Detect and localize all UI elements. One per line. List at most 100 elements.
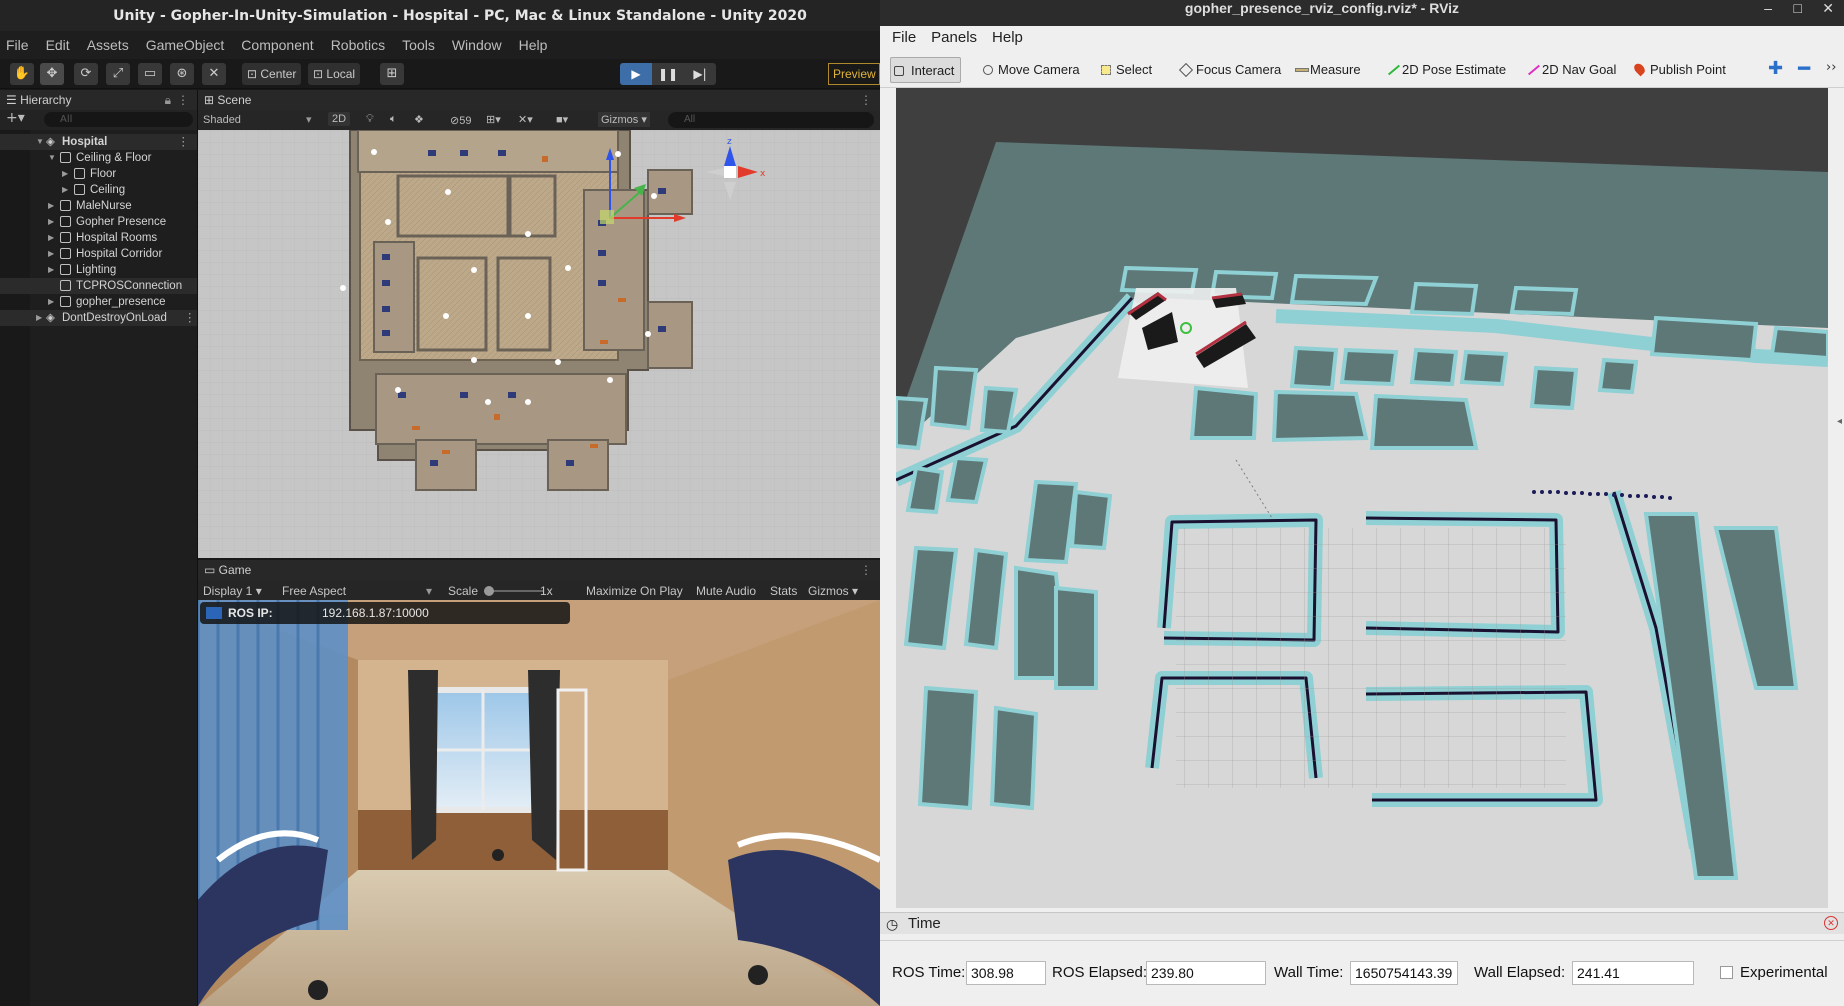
scale-tool-icon[interactable]: ⤢ bbox=[106, 63, 130, 85]
menu-component[interactable]: Component bbox=[241, 37, 313, 53]
scene-search-input[interactable]: All bbox=[668, 112, 874, 128]
rotate-tool-icon[interactable]: ⟳ bbox=[74, 63, 98, 85]
hierarchy-item[interactable]: ▶ Hospital Rooms bbox=[0, 230, 197, 246]
close-icon[interactable]: ✕ bbox=[1822, 0, 1834, 16]
menu-gameobject[interactable]: GameObject bbox=[146, 37, 225, 53]
tool-select[interactable]: Select bbox=[1098, 57, 1152, 83]
tool-interact[interactable]: Interact bbox=[890, 57, 962, 83]
grid-snap-icon[interactable]: ⊞ bbox=[380, 63, 404, 85]
custom-tool-icon[interactable]: ✕ bbox=[202, 63, 226, 85]
ros-time-field[interactable]: 308.98 bbox=[966, 961, 1046, 985]
hierarchy-tab[interactable]: ☰ Hierarchy 🔒︎ ⋮ bbox=[0, 90, 197, 110]
right-dock-handle-icon[interactable]: ◂ bbox=[1837, 416, 1842, 427]
rviz-menu-help[interactable]: Help bbox=[992, 29, 1023, 46]
hierarchy-item[interactable]: ▶ Lighting bbox=[0, 262, 197, 278]
rect-tool-icon[interactable]: ▭ bbox=[138, 63, 162, 85]
tool-publish-point[interactable]: Publish Point bbox=[1632, 57, 1726, 83]
pivot-center-toggle[interactable]: ⊡ Center bbox=[242, 63, 302, 85]
stats-toggle[interactable]: Stats bbox=[770, 580, 797, 602]
remove-tool-icon[interactable]: ━ bbox=[1798, 58, 1810, 78]
menu-file[interactable]: File bbox=[6, 37, 29, 53]
step-icon[interactable]: ▶| bbox=[684, 63, 716, 85]
hierarchy-root-hospital[interactable]: ▼ ◈ Hospital ⋮ bbox=[0, 134, 197, 150]
collapse-triangle-icon[interactable]: ▶ bbox=[48, 230, 54, 246]
play-icon[interactable]: ▶ bbox=[620, 63, 652, 85]
hidden-objects-toggle[interactable]: ⊘59 bbox=[450, 114, 471, 127]
shading-dropdown[interactable]: Shaded bbox=[203, 114, 241, 126]
experimental-checkbox[interactable] bbox=[1720, 966, 1733, 979]
hierarchy-item[interactable]: ▶ MaleNurse bbox=[0, 198, 197, 214]
collapse-triangle-icon[interactable]: ▶ bbox=[48, 294, 54, 310]
display-dropdown[interactable]: Display 1 ▾ bbox=[203, 580, 262, 602]
game-tab[interactable]: ▭ Game ⋮ bbox=[198, 560, 880, 580]
game-gizmos-toggle[interactable]: Gizmos ▾ bbox=[808, 580, 858, 602]
grid-toggle-icon[interactable]: ⊞▾ bbox=[486, 113, 501, 126]
collapse-triangle-icon[interactable]: ▶ bbox=[62, 166, 68, 182]
hierarchy-item[interactable]: ▶ Hospital Corridor bbox=[0, 246, 197, 262]
rviz-menu-panels[interactable]: Panels bbox=[931, 29, 977, 46]
add-tool-icon[interactable]: ✚ bbox=[1768, 60, 1783, 78]
kebab-menu-icon[interactable]: ⋮ bbox=[860, 90, 872, 110]
wall-time-field[interactable]: 1650754143.39 bbox=[1350, 961, 1458, 985]
tool-2d-pose-estimate[interactable]: 2D Pose Estimate bbox=[1384, 57, 1506, 83]
tool-measure[interactable]: Measure bbox=[1292, 57, 1361, 83]
move-tool-icon[interactable]: ✥ bbox=[40, 63, 64, 85]
pause-icon[interactable]: ❚❚ bbox=[652, 63, 684, 85]
minimize-icon[interactable]: – bbox=[1764, 0, 1772, 16]
transform-tool-icon[interactable]: ⊛ bbox=[170, 63, 194, 85]
audio-toggle-icon[interactable]: 🔈︎ bbox=[390, 113, 397, 126]
scene-tab[interactable]: ⊞ Scene ⋮ bbox=[198, 90, 880, 110]
hierarchy-item[interactable]: ▶ Ceiling bbox=[0, 182, 197, 198]
camera-toggle-icon[interactable]: ■▾ bbox=[556, 113, 568, 126]
collapse-triangle-icon[interactable]: ▶ bbox=[62, 182, 68, 198]
aspect-dropdown[interactable]: Free Aspect bbox=[282, 580, 346, 602]
menu-edit[interactable]: Edit bbox=[46, 37, 70, 53]
gizmos-dropdown[interactable]: Gizmos ▾ bbox=[598, 112, 650, 127]
tool-focus-camera[interactable]: Focus Camera bbox=[1178, 57, 1281, 83]
overflow-chevron-icon[interactable]: ›› bbox=[1826, 60, 1836, 75]
hierarchy-item[interactable]: ▼ Ceiling & Floor bbox=[0, 150, 197, 166]
menu-robotics[interactable]: Robotics bbox=[331, 37, 385, 53]
tool-move-camera[interactable]: Move Camera bbox=[980, 57, 1080, 83]
expand-triangle-icon[interactable]: ▼ bbox=[36, 134, 44, 150]
maximize-on-play-toggle[interactable]: Maximize On Play bbox=[586, 580, 683, 602]
hand-tool-icon[interactable]: ✋ bbox=[10, 63, 34, 85]
lock-icon[interactable]: 🔒︎ bbox=[165, 90, 171, 110]
menu-tools[interactable]: Tools bbox=[402, 37, 435, 53]
maximize-icon[interactable]: □ bbox=[1794, 0, 1802, 16]
menu-window[interactable]: Window bbox=[452, 37, 502, 53]
tool-2d-nav-goal[interactable]: 2D Nav Goal bbox=[1524, 57, 1616, 83]
scene-viewport[interactable]: z x bbox=[198, 130, 880, 558]
preview-package-badge[interactable]: Preview bbox=[828, 63, 880, 85]
hierarchy-item-selected[interactable]: TCPROSConnection bbox=[0, 278, 197, 294]
effects-toggle-icon[interactable]: ❖ bbox=[414, 113, 424, 126]
kebab-menu-icon[interactable]: ⋮ bbox=[184, 310, 196, 326]
2d-toggle[interactable]: 2D bbox=[328, 112, 351, 126]
ros-ip-value[interactable]: 192.168.1.87:10000 bbox=[322, 602, 429, 624]
add-icon[interactable]: +▾ bbox=[6, 110, 25, 126]
tools-toggle-icon[interactable]: ✕▾ bbox=[518, 113, 533, 126]
hierarchy-scene-dontdestroy[interactable]: ▶ ◈ DontDestroyOnLoad ⋮ bbox=[0, 310, 197, 326]
ros-elapsed-field[interactable]: 239.80 bbox=[1146, 961, 1266, 985]
kebab-menu-icon[interactable]: ⋮ bbox=[177, 90, 189, 110]
kebab-menu-icon[interactable]: ⋮ bbox=[178, 134, 190, 150]
collapse-triangle-icon[interactable]: ▶ bbox=[48, 198, 54, 214]
collapse-triangle-icon[interactable]: ▶ bbox=[48, 214, 54, 230]
collapse-triangle-icon[interactable]: ▶ bbox=[48, 262, 54, 278]
scale-slider-thumb[interactable] bbox=[484, 586, 494, 596]
kebab-menu-icon[interactable]: ⋮ bbox=[860, 560, 872, 580]
hierarchy-search-input[interactable]: All bbox=[44, 112, 193, 127]
menu-help[interactable]: Help bbox=[519, 37, 548, 53]
hierarchy-item[interactable]: ▶ Floor bbox=[0, 166, 197, 182]
hierarchy-item[interactable]: ▶ gopher_presence bbox=[0, 294, 197, 310]
menu-assets[interactable]: Assets bbox=[87, 37, 129, 53]
collapse-triangle-icon[interactable]: ▶ bbox=[36, 310, 42, 326]
close-panel-icon[interactable]: ✕ bbox=[1824, 916, 1838, 930]
pivot-local-toggle[interactable]: ⊡ Local bbox=[308, 63, 361, 85]
rviz-3d-view[interactable]: ◂ bbox=[896, 88, 1828, 908]
collapse-triangle-icon[interactable]: ▶ bbox=[48, 246, 54, 262]
game-viewport[interactable]: ROS IP: 192.168.1.87:10000 bbox=[198, 600, 880, 1006]
wall-elapsed-field[interactable]: 241.41 bbox=[1572, 961, 1694, 985]
expand-triangle-icon[interactable]: ▼ bbox=[48, 150, 56, 166]
mute-audio-toggle[interactable]: Mute Audio bbox=[696, 580, 756, 602]
